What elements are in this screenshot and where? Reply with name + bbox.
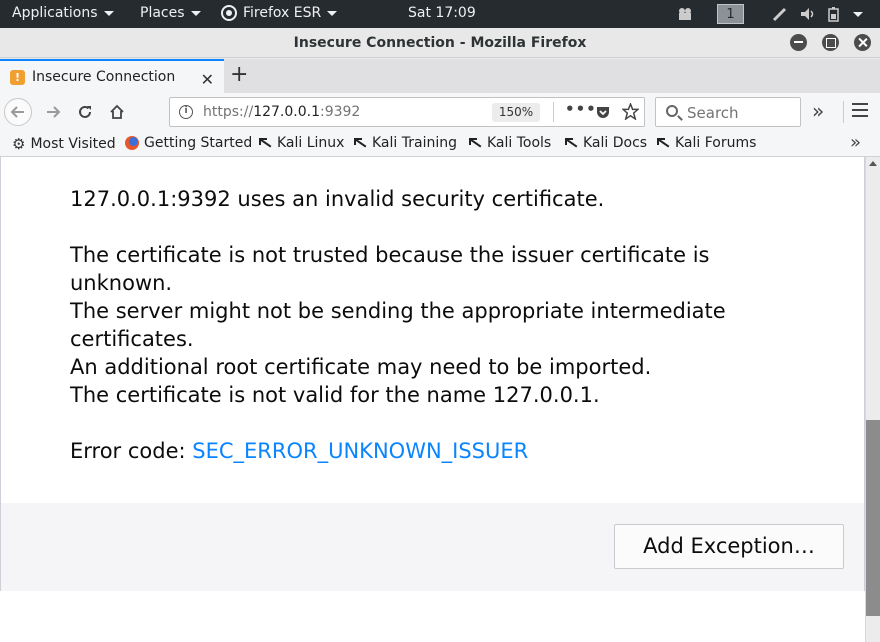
pocket-icon[interactable] xyxy=(595,104,611,120)
video-camera-icon[interactable] xyxy=(677,6,693,22)
url-host: 127.0.0.1 xyxy=(253,104,320,120)
arrow-right-icon xyxy=(47,106,61,118)
maximize-button[interactable] xyxy=(822,34,839,51)
toolbar-overflow-icon[interactable]: » xyxy=(812,99,824,123)
scrollbar-thumb[interactable] xyxy=(866,420,880,616)
bookmark-kali-forums[interactable]: Kali Forums xyxy=(656,135,756,151)
bookmark-most-visited[interactable]: ⚙ Most Visited xyxy=(12,135,116,153)
chevron-down-icon xyxy=(327,10,338,16)
places-menu[interactable]: Places xyxy=(140,5,201,21)
kali-icon xyxy=(468,136,482,150)
bookmark-label: Kali Forums xyxy=(675,135,757,151)
pen-icon[interactable] xyxy=(772,6,788,22)
kali-icon xyxy=(353,136,367,150)
tab-insecure-connection[interactable]: ! Insecure Connection ✕ xyxy=(0,59,224,93)
workspace-switcher[interactable]: 1 xyxy=(717,4,744,24)
url-text[interactable]: https://127.0.0.1:9392 xyxy=(203,104,360,120)
search-input[interactable]: Search xyxy=(655,97,801,127)
bookmark-label: Most Visited xyxy=(30,136,116,152)
bookmark-label: Kali Linux xyxy=(277,135,345,151)
system-panel: Applications Places Firefox ESR Sat 17:0… xyxy=(0,0,880,28)
reload-button[interactable] xyxy=(71,98,99,126)
battery-icon[interactable] xyxy=(826,6,842,22)
error-reason-4: The certificate is not valid for the nam… xyxy=(70,383,600,407)
search-icon xyxy=(666,105,678,117)
error-details-text: 127.0.0.1:9392 uses an invalid security … xyxy=(70,185,790,465)
clock[interactable]: Sat 17:09 xyxy=(408,5,476,21)
reload-icon xyxy=(79,105,91,118)
scroll-up-arrow-icon[interactable] xyxy=(869,161,877,166)
window-title: Insecure Connection - Mozilla Firefox xyxy=(293,35,587,51)
info-icon[interactable]: i xyxy=(179,105,193,119)
page-actions-icon[interactable]: ••• xyxy=(565,100,597,118)
home-button[interactable] xyxy=(103,98,131,126)
bookmark-kali-tools[interactable]: Kali Tools xyxy=(468,135,551,151)
new-tab-button[interactable]: + xyxy=(230,63,248,87)
back-button[interactable] xyxy=(4,98,32,126)
system-menu-chevron-icon[interactable] xyxy=(853,12,863,17)
bookmark-kali-training[interactable]: Kali Training xyxy=(353,135,457,151)
firefox-icon xyxy=(221,5,237,21)
bookmark-getting-started[interactable]: Getting Started xyxy=(125,135,252,151)
places-label: Places xyxy=(140,5,185,21)
bookmark-label: Getting Started xyxy=(144,135,253,151)
error-reason-1: The certificate is not trusted because t… xyxy=(70,243,710,295)
add-exception-button[interactable]: Add Exception… xyxy=(614,524,844,569)
error-headline: 127.0.0.1:9392 uses an invalid security … xyxy=(70,187,605,211)
error-code-link[interactable]: SEC_ERROR_UNKNOWN_ISSUER xyxy=(192,439,528,463)
url-port: :9392 xyxy=(319,104,361,120)
chevron-down-icon xyxy=(103,10,114,16)
tab-label: Insecure Connection xyxy=(32,69,176,85)
kali-icon xyxy=(656,136,670,150)
page-content: 127.0.0.1:9392 uses an invalid security … xyxy=(0,157,865,642)
vertical-scrollbar[interactable] xyxy=(865,157,880,642)
error-reason-3: An additional root certificate may need … xyxy=(70,355,652,379)
bookmark-label: Kali Tools xyxy=(487,135,552,151)
close-window-button[interactable] xyxy=(854,34,871,51)
bookmark-kali-docs[interactable]: Kali Docs xyxy=(564,135,647,151)
window-titlebar: Insecure Connection - Mozilla Firefox xyxy=(0,28,880,58)
home-icon xyxy=(110,104,124,119)
search-placeholder: Search xyxy=(687,104,739,122)
navigation-toolbar: i https://127.0.0.1:9392 150% ••• Search… xyxy=(0,93,880,131)
error-code-label: Error code: xyxy=(70,439,193,463)
toolbar-divider xyxy=(843,101,844,123)
bookmarks-overflow-icon[interactable]: » xyxy=(850,132,861,153)
bookmark-label: Kali Docs xyxy=(583,135,648,151)
gear-icon: ⚙ xyxy=(12,135,26,153)
warning-favicon-icon: ! xyxy=(10,69,25,85)
bookmark-star-icon[interactable] xyxy=(622,103,639,120)
minimize-button[interactable] xyxy=(790,34,807,51)
kali-icon xyxy=(564,136,578,150)
forward-button[interactable] xyxy=(39,98,67,126)
urlbar-divider xyxy=(553,102,554,122)
firefox-icon xyxy=(125,136,139,150)
bookmark-label: Kali Training xyxy=(372,135,457,151)
zoom-level-button[interactable]: 150% xyxy=(492,103,540,122)
hamburger-menu-icon[interactable] xyxy=(852,103,868,121)
applications-label: Applications xyxy=(12,5,98,21)
volume-icon[interactable] xyxy=(800,6,816,22)
error-code-line: Error code: SEC_ERROR_UNKNOWN_ISSUER xyxy=(70,437,790,465)
bookmark-kali-linux[interactable]: Kali Linux xyxy=(258,135,344,151)
error-reason-2: The server might not be sending the appr… xyxy=(70,299,726,351)
close-tab-icon[interactable]: ✕ xyxy=(201,70,214,89)
firefox-label: Firefox ESR xyxy=(243,5,322,21)
chevron-down-icon xyxy=(190,10,201,16)
url-bar[interactable]: i https://127.0.0.1:9392 150% ••• xyxy=(169,97,645,127)
tab-strip: ! Insecure Connection ✕ + xyxy=(0,59,880,93)
kali-icon xyxy=(258,136,272,150)
firefox-app-menu[interactable]: Firefox ESR xyxy=(221,5,338,21)
applications-menu[interactable]: Applications xyxy=(12,5,114,21)
url-scheme: https:// xyxy=(203,104,254,120)
arrow-left-icon xyxy=(10,106,24,118)
bookmarks-toolbar: ⚙ Most Visited Getting Started Kali Linu… xyxy=(0,131,880,157)
